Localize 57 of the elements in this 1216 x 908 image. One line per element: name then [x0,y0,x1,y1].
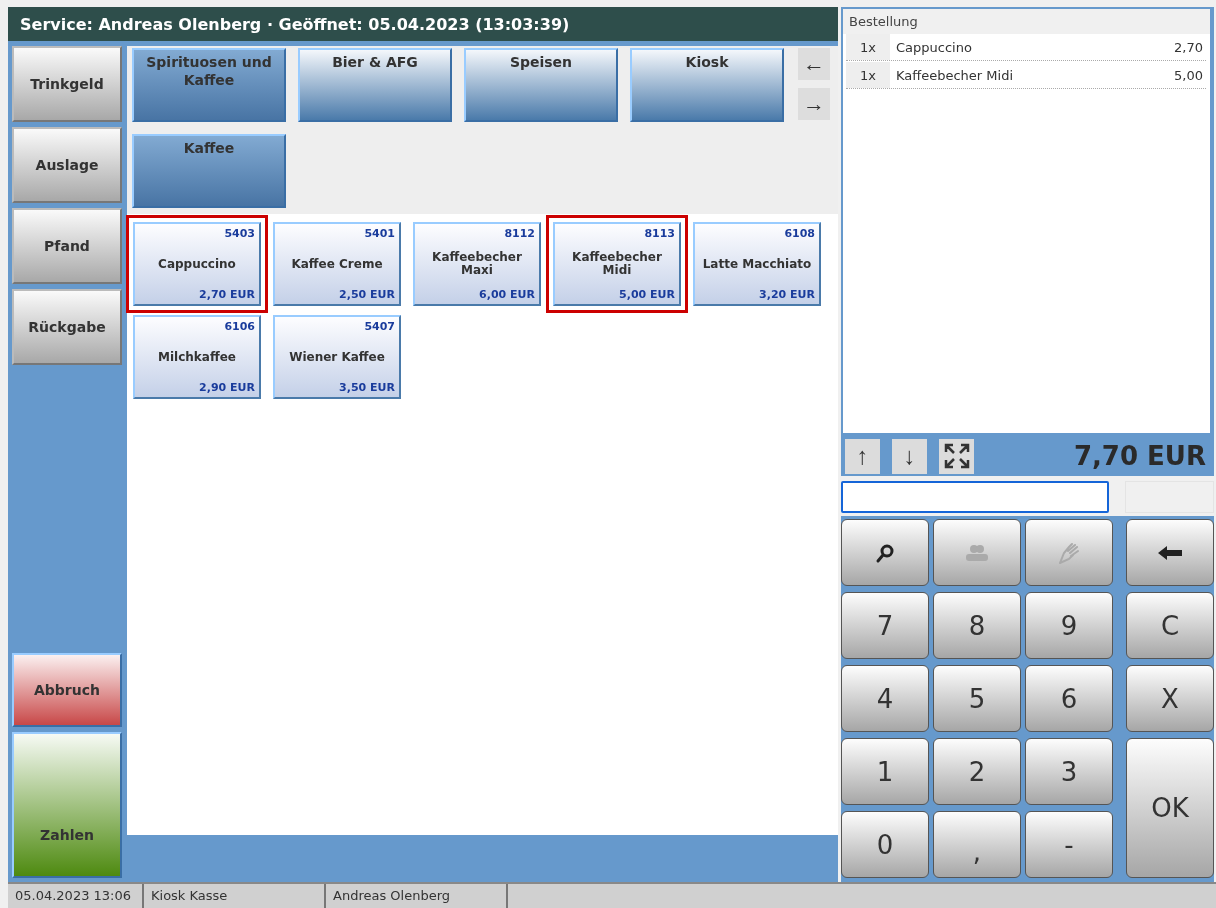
product-button[interactable]: 6106 Milchkaffee 2,90 EUR [133,315,261,399]
category-button[interactable]: Speisen [464,48,618,122]
keypad-key[interactable]: 6 [1025,665,1113,732]
keypad-key[interactable]: 5 [933,665,1021,732]
keypad-key[interactable]: - [1025,811,1113,878]
product-button[interactable]: 8112 Kaffeebecher Maxi 6,00 EUR [413,222,541,306]
function-button[interactable]: Auslage [12,127,122,203]
input-field[interactable] [841,481,1109,513]
keypad-key[interactable]: 4 [841,665,929,732]
keypad-key[interactable]: 7 [841,592,929,659]
keypad-key[interactable] [1126,519,1214,586]
function-button[interactable]: Trinkgeld [12,46,122,122]
subcategory-button[interactable]: Kaffee [132,134,286,208]
item-name: Cappuccino [895,39,973,55]
scroll-button[interactable]: ↓ [892,438,927,474]
expand-icon [942,442,971,470]
keypad-key[interactable]: , [933,811,1021,878]
keypad-key[interactable]: 8 [933,592,1021,659]
window-title: Service: Andreas Olenberg · Geöffnet: 05.04.2023 (13:03:39) [8,7,838,41]
backspace-arrow-icon [1157,544,1183,561]
item-price: 5,00 [1174,67,1204,83]
status-cell: Kiosk Kasse [144,884,326,908]
page-arrow-button[interactable]: ← [798,48,830,80]
item-name: Kaffeebecher Midi [895,67,1015,83]
keypad-key[interactable] [841,519,929,586]
cancel-button[interactable]: Abbruch [12,653,122,727]
function-button[interactable]: Rückgabe [12,289,122,365]
keypad-key[interactable]: 3 [1025,738,1113,805]
keypad-key[interactable]: C [1126,592,1214,659]
order-total: 7,70 EUR [1073,441,1206,471]
keypad-key[interactable]: 9 [1025,592,1113,659]
category-button[interactable]: Spirituosen und Kaffee [132,48,286,122]
quantity-cell: 1x [846,62,890,88]
status-cell: Andreas Olenberg [326,884,508,908]
page-arrow-button[interactable]: → [798,88,830,120]
ok-button[interactable]: OK [1126,738,1214,878]
quantity-cell: 1x [846,34,890,60]
order-header: Bestellung [843,9,1210,34]
function-button[interactable]: Pfand [12,208,122,284]
product-button[interactable]: 5407 Wiener Kaffee 3,50 EUR [273,315,401,399]
status-cell: 05.04.2023 13:06 [8,884,144,908]
product-button[interactable]: 8113 Kaffeebecher Midi 5,00 EUR [553,222,681,306]
product-button[interactable]: 5401 Kaffee Creme 2,50 EUR [273,222,401,306]
keypad-key[interactable]: 2 [933,738,1021,805]
category-button[interactable]: Bier & AFG [298,48,452,122]
item-price: 2,70 [1174,39,1204,55]
scroll-button[interactable]: ↑ [845,438,880,474]
product-button[interactable]: 5403 Cappuccino 2,70 EUR [133,222,261,306]
people-icon [965,543,989,562]
pay-button[interactable]: Zahlen [12,732,122,878]
keypad-key[interactable]: X [1126,665,1214,732]
product-button[interactable]: 6108 Latte Macchiato 3,20 EUR [693,222,821,306]
expand-button[interactable] [939,438,974,474]
keypad-key[interactable]: 1 [841,738,929,805]
hand-icon [1057,541,1081,564]
category-button[interactable]: Kiosk [630,48,784,122]
keypad-key[interactable]: 0 [841,811,929,878]
